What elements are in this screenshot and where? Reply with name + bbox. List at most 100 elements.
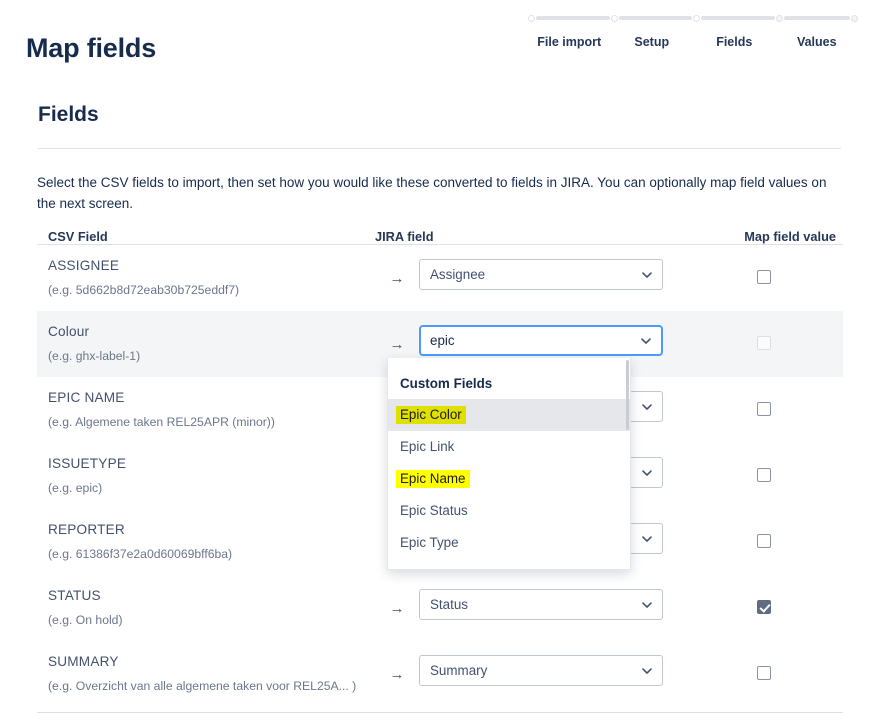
chevron-down-icon — [641, 336, 651, 345]
dropdown-option[interactable]: Epic Color — [388, 399, 630, 431]
dropdown-option[interactable]: Epic Name — [388, 463, 630, 495]
map-field-value-checkbox[interactable] — [757, 402, 771, 416]
csv-field-example: (e.g. 61386f37e2a0d60069bff6ba) — [48, 547, 233, 561]
map-field-value-checkbox[interactable] — [757, 468, 771, 482]
stepper-step-setup[interactable]: Setup — [610, 12, 694, 52]
stepper-step-label: File import — [537, 35, 602, 49]
csv-field-name: Colour — [48, 324, 90, 339]
maps-to-arrow-icon: → — [389, 270, 405, 287]
stepper-step-file-import[interactable]: File import — [528, 12, 611, 52]
jira-field-select[interactable]: Assignee — [419, 259, 663, 290]
map-field-value-checkbox[interactable] — [757, 666, 771, 680]
dropdown-option-label: Epic Color — [396, 406, 466, 424]
csv-field-example: (e.g. Algemene taken REL25APR (minor)) — [48, 415, 275, 429]
csv-field-example: (e.g. On hold) — [48, 613, 123, 627]
map-field-value-cell — [685, 653, 843, 680]
csv-field-example: (e.g. ghx-label-1) — [48, 349, 141, 363]
stepper-node-dot — [528, 14, 535, 22]
stepper-bar — [701, 16, 775, 20]
jira-field-select-value: Assignee — [430, 267, 486, 282]
dropdown-option[interactable]: Epic Type — [388, 527, 630, 559]
stepper-progress-segment — [775, 12, 858, 24]
table-row: ASSIGNEE (e.g. 5d662b8d72eab30b725eddf7) →… — [37, 245, 843, 311]
map-field-value-cell — [685, 521, 843, 548]
map-field-value-cell — [685, 323, 843, 350]
maps-to-arrow-icon: → — [389, 666, 405, 683]
jira-field-select[interactable]: epic — [419, 325, 663, 356]
map-fields-page: Map fields File import Setup Fields Values … — [0, 0, 879, 723]
stepper-node-dot — [610, 14, 618, 22]
stepper-node-dot — [851, 14, 858, 22]
jira-field-select-value: Summary — [430, 663, 488, 678]
dropdown-option-label: Epic Status — [400, 503, 468, 518]
stepper-node-dot — [775, 14, 783, 22]
csv-field-cell: ASSIGNEE (e.g. 5d662b8d72eab30b725eddf7) — [37, 257, 375, 298]
csv-field-name: ISSUETYPE — [48, 456, 127, 471]
jira-field-cell: Summary — [419, 653, 685, 686]
table-header-row: CSV Field JIRA field Map field value — [37, 221, 843, 245]
jira-field-cell: epic — [419, 323, 685, 356]
dropdown-group-label: Custom Fields — [400, 376, 493, 391]
map-field-value-checkbox[interactable] — [757, 270, 771, 284]
stepper-step-fields[interactable]: Fields — [693, 12, 776, 52]
csv-field-cell: EPIC NAME (e.g. Algemene taken REL25APR (… — [37, 389, 375, 430]
csv-field-example: (e.g. Overzicht van alle algemene taken … — [48, 679, 357, 693]
map-field-value-cell — [685, 587, 843, 614]
map-field-value-checkbox — [757, 336, 771, 350]
jira-field-select-value: Status — [430, 597, 468, 612]
stepper-step-label: Setup — [634, 35, 670, 49]
page-title: Map fields — [26, 33, 157, 63]
chevron-down-icon — [642, 666, 652, 675]
map-field-value-checkbox[interactable] — [757, 534, 771, 548]
table-row: STATUS (e.g. On hold) → Status — [37, 575, 843, 641]
map-field-value-cell — [685, 455, 843, 482]
section-intro-text: Select the CSV fields to import, then se… — [37, 175, 827, 211]
chevron-down-icon — [642, 534, 652, 543]
csv-field-cell: SUMMARY (e.g. Overzicht van alle algemene… — [37, 653, 375, 694]
dropdown-option-label: Epic Name — [396, 470, 470, 488]
csv-field-cell: STATUS (e.g. On hold) — [37, 587, 375, 628]
jira-field-select[interactable]: Summary — [419, 655, 663, 686]
maps-to-arrow-icon: → — [389, 336, 405, 353]
column-header-map-field-value: Map field value — [744, 229, 836, 244]
table-bottom-divider — [37, 712, 843, 713]
stepper-progress-segment — [528, 12, 611, 24]
jira-field-dropdown-menu[interactable]: Custom Fields Epic Color Epic Link Epic Na… — [387, 358, 631, 570]
csv-field-name: STATUS — [48, 588, 101, 603]
chevron-down-icon — [642, 402, 652, 411]
map-field-value-cell — [685, 257, 843, 284]
jira-field-select-value: epic — [430, 333, 455, 348]
jira-field-select[interactable]: Status — [419, 589, 663, 620]
import-stepper: File import Setup Fields Values — [528, 12, 858, 52]
csv-field-cell: Colour (e.g. ghx-label-1) — [37, 323, 375, 364]
column-header-jira-field: JIRA field — [375, 229, 434, 244]
stepper-step-label: Fields — [716, 35, 753, 49]
dropdown-option-label: Epic Type — [400, 535, 459, 550]
stepper-step-values[interactable]: Values — [775, 12, 858, 52]
csv-field-cell: ISSUETYPE (e.g. epic) — [37, 455, 375, 496]
jira-field-cell: Assignee — [419, 257, 685, 290]
maps-to-arrow-icon: → — [389, 600, 405, 617]
stepper-node-dot — [693, 14, 700, 22]
table-row: SUMMARY (e.g. Overzicht van alle algemene… — [37, 641, 843, 707]
csv-field-example: (e.g. 5d662b8d72eab30b725eddf7) — [48, 283, 240, 297]
stepper-bar — [536, 16, 610, 20]
dropdown-option[interactable]: Epic Status — [388, 495, 630, 527]
csv-field-name: ASSIGNEE — [48, 258, 120, 273]
csv-field-example: (e.g. epic) — [48, 481, 103, 495]
csv-field-name: EPIC NAME — [48, 390, 125, 405]
stepper-progress-segment — [693, 12, 776, 24]
jira-field-cell: Status — [419, 587, 685, 620]
map-field-value-cell — [685, 389, 843, 416]
dropdown-option[interactable]: Epic Link — [388, 431, 630, 463]
stepper-step-label: Values — [796, 35, 837, 49]
chevron-down-icon — [642, 468, 652, 477]
dropdown-option-label: Epic Link — [400, 439, 455, 454]
stepper-progress-segment — [610, 12, 694, 24]
map-field-value-checkbox[interactable] — [757, 600, 771, 614]
dropdown-option-list: Epic Color Epic Link Epic Name Epic Status E… — [388, 399, 630, 559]
chevron-down-icon — [642, 600, 652, 609]
stepper-bar — [783, 16, 850, 20]
csv-field-name: SUMMARY — [48, 654, 119, 669]
dropdown-scrollbar[interactable] — [626, 360, 629, 430]
